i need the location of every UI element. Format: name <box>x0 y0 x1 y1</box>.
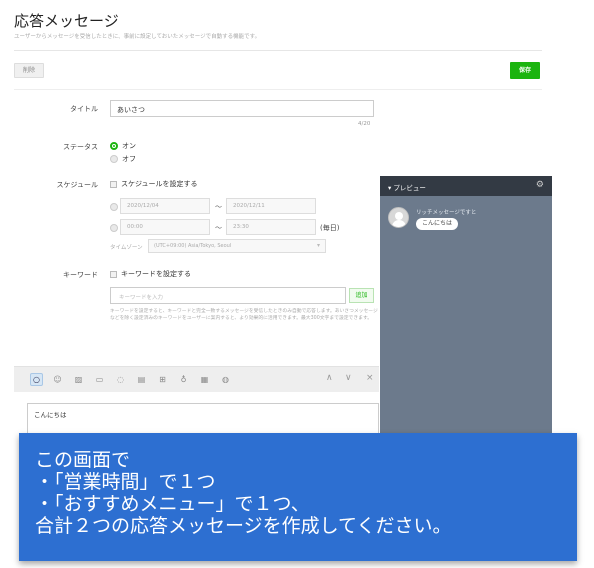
page-subtitle: ユーザーからメッセージを受信したときに、事前に設定しておいたメッセージで自動する… <box>14 34 261 40</box>
move-up-icon[interactable]: ∧ <box>326 373 333 383</box>
keyword-checkbox-row[interactable]: キーワードを設定する <box>110 269 191 279</box>
image-icon[interactable]: ▨ <box>72 373 85 386</box>
mic-icon[interactable]: ♁ <box>177 373 190 386</box>
chat-icon[interactable]: ◌ <box>114 373 127 386</box>
keyword-help-text: キーワードを設定すると、キーワードと完全一致するメッセージを受信したときのみ自動… <box>110 309 378 322</box>
end-time-input[interactable]: 23:30 <box>226 219 316 235</box>
coupon-icon[interactable]: ▤ <box>135 373 148 386</box>
schedule-label: スケジュール <box>56 181 98 189</box>
timezone-select[interactable]: (UTC+09:00) Asia/Tokyo, Seoul ▾ <box>148 239 326 253</box>
sticker-icon[interactable]: ☺ <box>51 373 64 386</box>
status-off-option[interactable]: オフ <box>110 154 136 164</box>
date-range-radio[interactable] <box>110 203 118 211</box>
schedule-checkbox-label: スケジュールを設定する <box>121 180 198 188</box>
status-label: ステータス <box>63 143 98 151</box>
range-separator: ～ <box>215 203 222 211</box>
instruction-line-1: この画面で <box>35 449 131 471</box>
close-icon[interactable]: × <box>366 373 374 383</box>
title-char-counter: 4/20 <box>358 121 371 127</box>
keyword-checkbox-label: キーワードを設定する <box>121 270 191 278</box>
card-icon[interactable]: ⊞ <box>156 373 169 386</box>
instruction-overlay: この画面で ・「営業時間」で１つ ・「おすすめメニュー」で１つ、 合計２つの応答… <box>19 433 577 561</box>
daily-label: (毎日) <box>320 224 340 232</box>
instruction-line-2: ・「営業時間」で１つ <box>35 471 216 493</box>
preview-panel: ▾ プレビュー ⚙ リッチメッセージですと こんにちは <box>380 176 552 446</box>
instruction-line-4: 合計２つの応答メッセージを作成してください。 <box>35 515 452 537</box>
status-on-label: オン <box>122 142 136 150</box>
message-type-toolbar: ○ ☺ ▨ ▭ ◌ ▤ ⊞ ♁ ▦ ◍ ∧ ∨ × <box>14 366 379 392</box>
title-input[interactable]: あいさつ <box>110 100 374 117</box>
timezone-label: タイムゾーン <box>110 245 143 251</box>
speech-bubble-icon[interactable]: ○ <box>30 373 43 386</box>
survey-icon[interactable]: ◍ <box>219 373 232 386</box>
preview-message-bubble: こんにちは <box>416 218 459 230</box>
keyword-input[interactable]: キーワードを入力 <box>110 287 346 304</box>
keyword-add-button[interactable]: 追加 <box>349 288 374 303</box>
avatar <box>388 207 409 228</box>
schedule-checkbox[interactable] <box>110 180 117 188</box>
divider <box>14 89 542 90</box>
status-off-label: オフ <box>122 155 136 163</box>
rich-message-icon[interactable]: ▦ <box>198 373 211 386</box>
move-down-icon[interactable]: ∨ <box>345 373 352 383</box>
status-on-option[interactable]: オン <box>110 141 136 151</box>
video-icon[interactable]: ▭ <box>93 373 106 386</box>
page-title: 応答メッセージ <box>14 12 119 30</box>
range-separator: ～ <box>215 224 222 232</box>
keyword-checkbox[interactable] <box>110 270 117 278</box>
save-button[interactable]: 保存 <box>510 62 540 79</box>
divider <box>14 50 542 51</box>
start-date-input[interactable]: 2020/12/04 <box>120 198 210 214</box>
end-date-input[interactable]: 2020/12/11 <box>226 198 316 214</box>
delete-button[interactable]: 削除 <box>14 63 44 78</box>
timezone-value: (UTC+09:00) Asia/Tokyo, Seoul <box>154 243 232 249</box>
instruction-line-3: ・「おすすめメニュー」で１つ、 <box>35 493 310 515</box>
preview-header[interactable]: ▾ プレビュー ⚙ <box>380 176 552 196</box>
radio-on-icon[interactable] <box>110 142 118 150</box>
gear-icon[interactable]: ⚙ <box>536 180 544 190</box>
time-range-radio[interactable] <box>110 224 118 232</box>
chevron-down-icon: ▾ <box>316 242 320 249</box>
radio-off-icon[interactable] <box>110 155 118 163</box>
preview-sender-name: リッチメッセージですと <box>416 210 477 216</box>
schedule-checkbox-row[interactable]: スケジュールを設定する <box>110 179 198 189</box>
keyword-label: キーワード <box>63 271 98 279</box>
start-time-input[interactable]: 00:00 <box>120 219 210 235</box>
preview-title: ▾ プレビュー <box>388 184 426 192</box>
title-label: タイトル <box>70 105 98 113</box>
